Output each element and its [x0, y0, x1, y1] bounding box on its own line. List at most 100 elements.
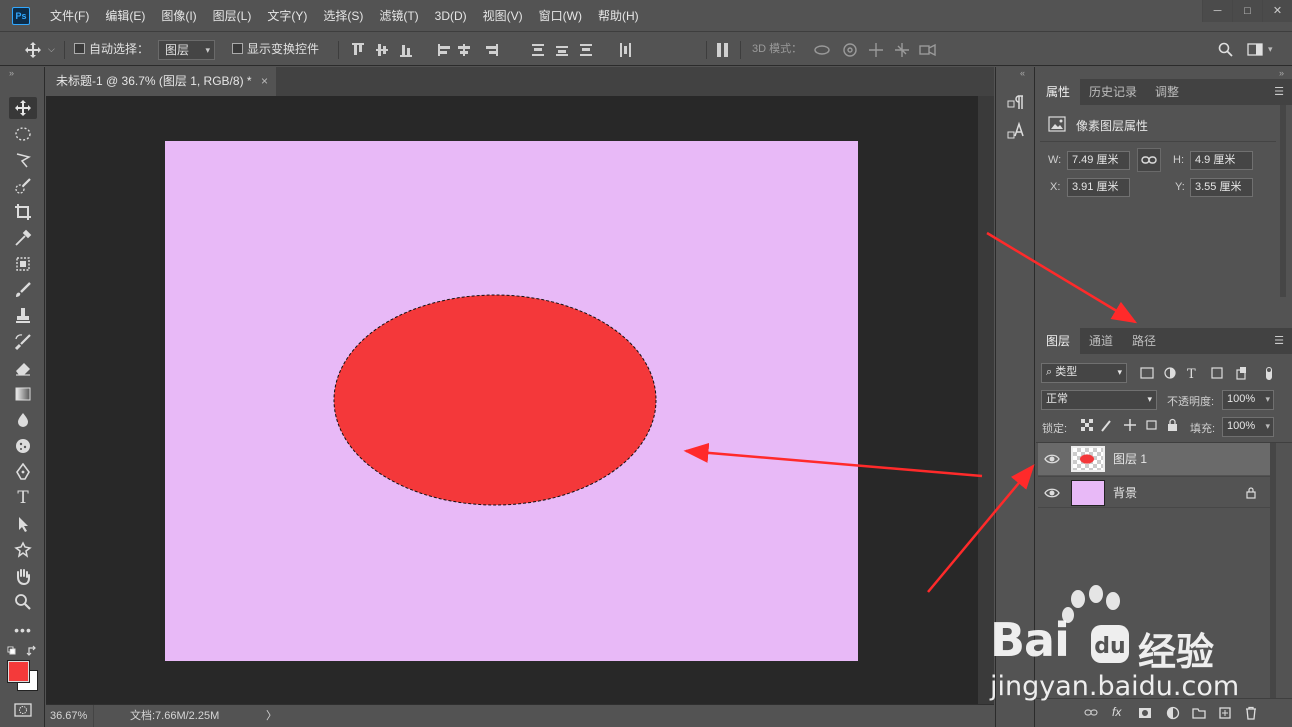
- tab-history[interactable]: 历史记录: [1079, 79, 1147, 105]
- zoom-level[interactable]: 36.67%: [50, 705, 94, 727]
- menu-help[interactable]: 帮助(H): [590, 0, 647, 32]
- lasso-icon: [16, 153, 31, 168]
- auto-select-checkbox[interactable]: 自动选择：: [74, 33, 149, 66]
- lock-options-icons[interactable]: [1080, 418, 1180, 432]
- auto-select-label: 自动选择：: [89, 42, 150, 56]
- quick-mask-icon[interactable]: [14, 703, 32, 717]
- opacity-input[interactable]: 100% ▾: [1222, 390, 1274, 410]
- visibility-eye-icon[interactable]: [1044, 451, 1060, 467]
- layer-name[interactable]: 图层 1: [1113, 443, 1147, 475]
- height-input[interactable]: 4.9 厘米: [1190, 151, 1253, 170]
- gradient-tool[interactable]: [9, 383, 37, 405]
- collapse-icon[interactable]: »: [9, 68, 14, 78]
- more-tools[interactable]: •••: [9, 619, 37, 641]
- tab-paths[interactable]: 路径: [1122, 328, 1166, 354]
- history-brush-tool[interactable]: [9, 331, 37, 353]
- restore-button[interactable]: □: [1232, 0, 1262, 22]
- foreground-color-swatch[interactable]: [7, 660, 30, 683]
- x-input[interactable]: 3.91 厘米: [1067, 178, 1130, 197]
- lasso-tool[interactable]: [9, 149, 37, 171]
- eraser-tool[interactable]: [9, 357, 37, 379]
- menu-bar: Ps 文件(F) 编辑(E) 图像(I) 图层(L) 文字(Y) 选择(S) 滤…: [0, 0, 1292, 32]
- document-tab[interactable]: 未标题-1 @ 36.7% (图层 1, RGB/8) * ×: [46, 67, 276, 96]
- move-tool-icon[interactable]: [24, 41, 42, 59]
- show-transform-checkbox[interactable]: 显示变换控件: [232, 33, 319, 66]
- y-input[interactable]: 3.55 厘米: [1190, 178, 1253, 197]
- history-brush-icon: [14, 334, 31, 351]
- menu-select[interactable]: 选择(S): [315, 0, 371, 32]
- stamp-tool[interactable]: [9, 305, 37, 327]
- character-icon[interactable]: [1006, 121, 1026, 141]
- move-tool[interactable]: [9, 97, 37, 119]
- height-label: H:: [1173, 154, 1184, 166]
- menu-edit[interactable]: 编辑(E): [97, 0, 153, 32]
- quick-select-tool[interactable]: [9, 175, 37, 197]
- tab-layers[interactable]: 图层: [1036, 328, 1081, 354]
- shape-tool[interactable]: [9, 539, 37, 561]
- workspace-icon[interactable]: [1247, 43, 1263, 56]
- fill-label: 填充:: [1190, 423, 1216, 435]
- blur-tool[interactable]: [9, 409, 37, 431]
- width-label: W:: [1048, 154, 1062, 166]
- layer-row-layer1[interactable]: 图层 1: [1038, 443, 1272, 475]
- close-button[interactable]: ✕: [1262, 0, 1292, 22]
- eyedropper-tool[interactable]: [9, 227, 37, 249]
- minimize-button[interactable]: ─: [1202, 0, 1232, 22]
- chevron-down-icon[interactable]: ⌵: [48, 33, 55, 66]
- close-tab-icon[interactable]: ×: [261, 67, 268, 96]
- link-icon: [1141, 156, 1157, 164]
- visibility-eye-icon[interactable]: [1044, 485, 1060, 501]
- menu-file[interactable]: 文件(F): [42, 0, 97, 32]
- chevron-down-icon: ▾: [205, 45, 210, 55]
- healing-tool[interactable]: [9, 253, 37, 275]
- layer-name[interactable]: 背景: [1113, 477, 1137, 509]
- search-icon[interactable]: [1218, 42, 1233, 57]
- lock-icon: [1246, 487, 1256, 499]
- chevron-down-icon[interactable]: ▾: [1268, 33, 1273, 66]
- collapse-icon[interactable]: »: [1279, 68, 1284, 78]
- type-tool[interactable]: T: [9, 487, 37, 509]
- crop-tool[interactable]: [9, 201, 37, 223]
- tab-adjustments[interactable]: 调整: [1145, 79, 1189, 105]
- panel-menu-icon[interactable]: ☰: [1274, 328, 1284, 354]
- panel-menu-icon[interactable]: ☰: [1274, 79, 1284, 105]
- paragraph-icon[interactable]: [1006, 93, 1026, 113]
- swap-colors-icon[interactable]: [7, 645, 39, 659]
- zoom-tool[interactable]: [9, 591, 37, 613]
- crop-icon: [15, 204, 31, 220]
- hand-tool[interactable]: [9, 565, 37, 587]
- document-canvas[interactable]: [165, 141, 858, 661]
- menu-3d[interactable]: 3D(D): [427, 0, 475, 32]
- ellipse-layer[interactable]: [165, 141, 858, 661]
- pen-tool[interactable]: [9, 461, 37, 483]
- menu-image[interactable]: 图像(I): [153, 0, 204, 32]
- auto-select-dropdown[interactable]: 图层 ▾: [158, 40, 215, 60]
- fill-input[interactable]: 100% ▾: [1222, 417, 1274, 437]
- document-tab-title: 未标题-1 @ 36.7% (图层 1, RGB/8) *: [56, 74, 252, 88]
- tab-channels[interactable]: 通道: [1079, 328, 1123, 354]
- blend-mode-dropdown[interactable]: 正常 ▾: [1041, 390, 1157, 410]
- layer-row-background[interactable]: 背景: [1038, 476, 1272, 508]
- pixel-layer-icon: [1048, 116, 1066, 132]
- ellipse-selection[interactable]: [333, 294, 657, 506]
- brush-tool[interactable]: [9, 279, 37, 301]
- link-dimensions-button[interactable]: [1137, 148, 1161, 172]
- distribute-icon[interactable]: [716, 42, 730, 58]
- properties-scrollbar[interactable]: [1280, 105, 1286, 297]
- layer-filter-dropdown[interactable]: ⌕ 类型 ▾: [1041, 363, 1127, 383]
- menu-layer[interactable]: 图层(L): [205, 0, 260, 32]
- width-input[interactable]: 7.49 厘米: [1067, 151, 1130, 170]
- menu-window[interactable]: 窗口(W): [531, 0, 590, 32]
- marquee-tool[interactable]: [9, 123, 37, 145]
- layer-filter-icons[interactable]: T: [1140, 366, 1280, 381]
- menu-view[interactable]: 视图(V): [475, 0, 531, 32]
- menu-type[interactable]: 文字(Y): [259, 0, 315, 32]
- collapse-icon[interactable]: «: [1020, 68, 1025, 78]
- tab-properties[interactable]: 属性: [1036, 79, 1081, 105]
- menu-filter[interactable]: 滤镜(T): [371, 0, 426, 32]
- path-select-tool[interactable]: [9, 513, 37, 535]
- status-menu-arrow[interactable]: 〉: [266, 705, 277, 727]
- dodge-tool[interactable]: [9, 435, 37, 457]
- align-distribute-icons[interactable]: [350, 42, 650, 58]
- 3d-mode-icons[interactable]: [812, 41, 942, 59]
